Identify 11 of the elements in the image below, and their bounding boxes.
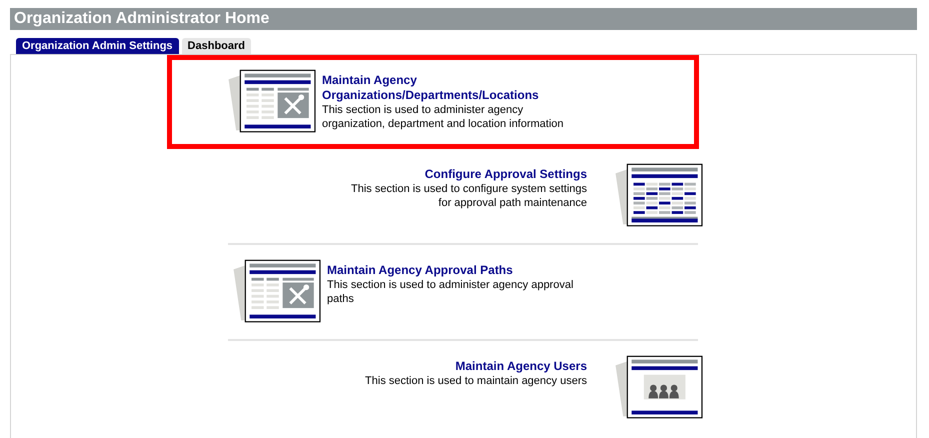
tab[interactable]: Organization Admin Settings [16,38,179,54]
tab[interactable]: Dashboard [182,38,252,54]
page-header: Organization Administrator Home [10,8,917,30]
section-link[interactable]: Configure Approval Settings [424,167,587,182]
section-link[interactable]: Maintain Agency Users [455,359,587,374]
section-description: This section is used to maintain agency users [365,374,587,388]
section-link[interactable]: Maintain Agency Organizations/Departments/Locations [322,73,572,103]
section-description: This section is used to configure system settings for approval path maintenance [350,182,587,210]
section-description: This section is used to administer agency organization, department and location information [322,103,565,131]
section-link[interactable]: Maintain Agency Approval Paths [327,263,577,278]
section-description: This section is used to administer agency approval paths [327,278,574,306]
